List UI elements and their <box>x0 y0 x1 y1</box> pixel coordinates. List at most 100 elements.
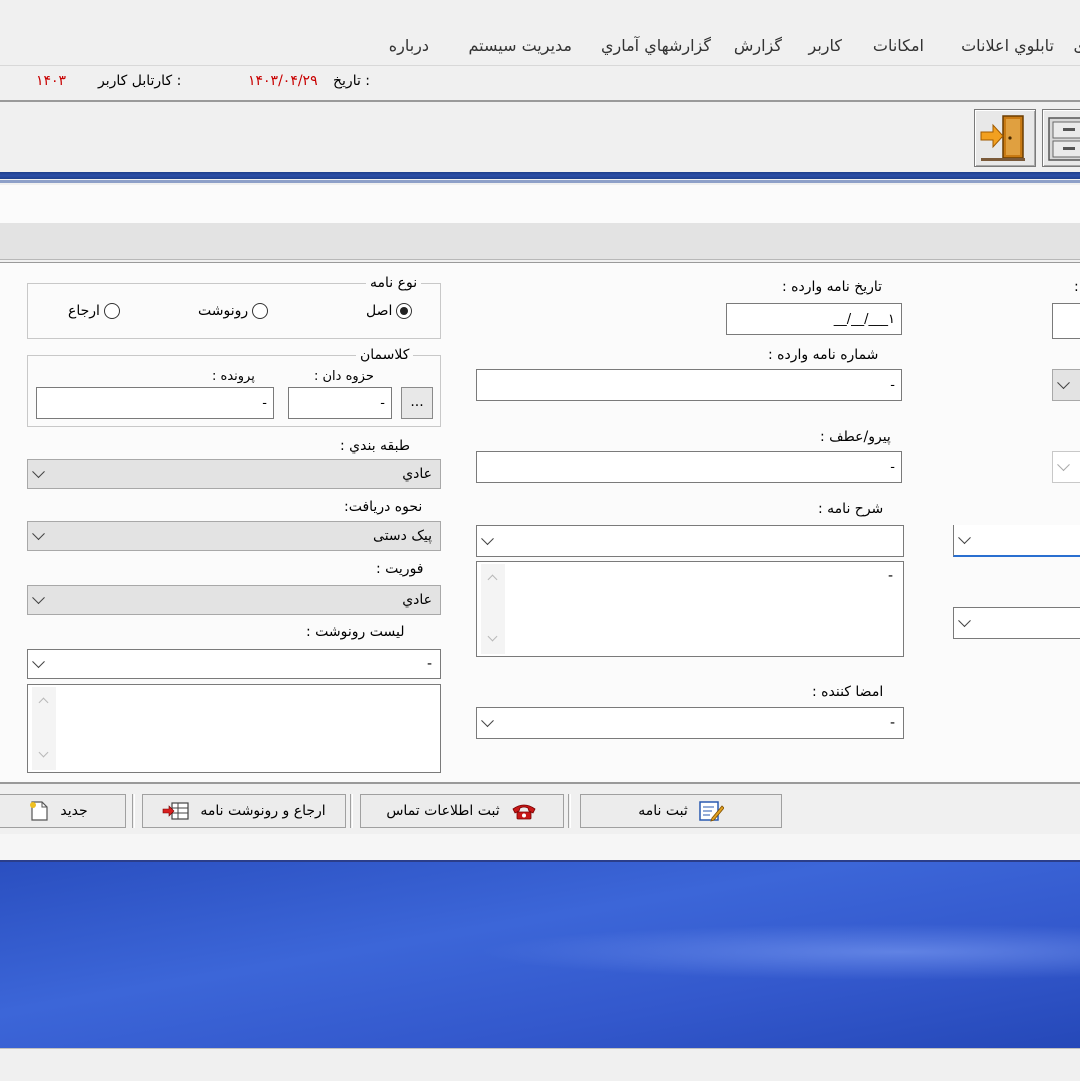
classifier-title: كلاسمان <box>356 347 414 363</box>
binder-field[interactable]: - <box>288 387 392 419</box>
toolbar-separator <box>350 794 353 828</box>
letter-type-title: نوع نامه <box>366 275 422 291</box>
menu-item-user[interactable]: كاربر <box>809 36 843 55</box>
followup-label: پيرو/عطف : <box>820 429 891 445</box>
info-bar: تاريخ : ۱۴۰۳/۰۴/۲۹ كارتابل كاربر : ۱۴۰۳ <box>0 65 1080 102</box>
radio-copy-label: رونوشت <box>198 303 249 319</box>
cc-list-memo[interactable] <box>27 684 441 773</box>
scroll-down-icon[interactable] <box>487 631 498 642</box>
desktop-background <box>0 860 1080 1050</box>
scroll-up-icon[interactable] <box>38 697 49 708</box>
refer-cc-button[interactable]: ارجاع و رونوشت نامه <box>142 794 346 828</box>
header-divider <box>0 172 1080 179</box>
cc-list-scrollbar[interactable] <box>32 687 56 770</box>
register-contact-label: ثبت اطلاعات تماس <box>386 803 500 819</box>
urgency-select[interactable]: عادي <box>27 585 441 615</box>
telephone-icon <box>512 804 536 820</box>
browse-button[interactable]: ... <box>401 387 433 419</box>
radio-referral-circle[interactable] <box>103 303 120 319</box>
partial-select-4[interactable] <box>953 607 1080 639</box>
menu-bar: ی تابلوي اعلانات امكانات كاربر گزارش گزا… <box>0 30 1080 64</box>
letter-form: نوع نامه اصل رونوشت ارجاع كلاسمان حزوه د… <box>0 262 1080 783</box>
menu-item-bulletin-board[interactable]: تابلوي اعلانات <box>961 36 1054 55</box>
radio-original[interactable]: اصل <box>366 303 413 319</box>
urgency-value: عادي <box>402 592 432 608</box>
register-contact-button[interactable]: ثبت اطلاعات تماس <box>360 794 564 828</box>
partial-field-1[interactable] <box>1052 303 1080 339</box>
description-label: شرح نامه : <box>818 501 884 517</box>
signer-value: - <box>889 715 895 731</box>
incoming-number-field[interactable]: - <box>476 369 902 401</box>
radio-copy-circle[interactable] <box>252 303 269 319</box>
description-select[interactable] <box>476 525 904 557</box>
signer-select[interactable]: - <box>476 707 904 739</box>
action-bar: ثبت نامه ثبت اطلاعات تماس ارجاع و رونوشت… <box>0 782 1080 836</box>
file-field[interactable]: - <box>36 387 274 419</box>
receive-method-label: نحوه دريافت: <box>344 499 423 515</box>
description-memo-value: - <box>887 568 893 584</box>
scroll-down-icon[interactable] <box>38 747 49 758</box>
radio-copy[interactable]: رونوشت <box>198 303 269 319</box>
archive-button[interactable] <box>1042 109 1080 167</box>
cartable-label: كارتابل كاربر : <box>98 73 182 89</box>
chevron-down-icon <box>1057 458 1070 472</box>
header-divider-shadow <box>0 180 1080 183</box>
status-bar <box>0 1048 1080 1081</box>
exit-door-icon <box>980 115 1025 161</box>
toolbar <box>0 103 1080 169</box>
menu-item-system-management[interactable]: مديريت سيستم <box>469 36 572 55</box>
section-header <box>0 223 1080 260</box>
chevron-down-icon <box>958 531 971 545</box>
receive-method-value: پيک دستی <box>373 528 432 544</box>
menu-item-features[interactable]: امكانات <box>873 36 924 55</box>
menu-item-report[interactable]: گزارش <box>734 36 782 55</box>
partial-select-1[interactable] <box>1052 369 1080 401</box>
date-label: تاريخ : <box>333 73 371 89</box>
cc-list-value: - <box>426 656 432 672</box>
incoming-date-field[interactable]: ۱___/__/__ <box>726 303 902 335</box>
refer-cc-label: ارجاع و رونوشت نامه <box>200 803 326 819</box>
scroll-up-icon[interactable] <box>487 574 498 585</box>
title-band <box>0 185 1080 223</box>
chevron-down-icon <box>958 614 971 628</box>
radio-original-circle[interactable] <box>396 303 413 319</box>
register-letter-button[interactable]: ثبت نامه <box>580 794 782 828</box>
radio-original-label: اصل <box>366 303 393 319</box>
new-document-icon <box>30 801 48 821</box>
partial-select-3[interactable] <box>953 525 1080 557</box>
new-label: جديد <box>60 803 88 819</box>
chevron-down-icon <box>481 532 494 546</box>
binder-label: حزوه دان : <box>314 369 374 384</box>
table-arrow-icon <box>163 802 189 820</box>
menu-item-about[interactable]: درباره <box>389 36 429 55</box>
register-letter-label: ثبت نامه <box>638 803 688 819</box>
menu-item-partial[interactable]: ی <box>1073 36 1080 55</box>
description-scrollbar[interactable] <box>481 564 505 654</box>
exit-button[interactable] <box>974 109 1036 167</box>
description-memo[interactable]: - <box>476 561 904 657</box>
partial-label: : <box>1074 279 1079 295</box>
toolbar-separator <box>568 794 571 828</box>
classification-select[interactable]: عادي <box>27 459 441 489</box>
incoming-date-label: تاريخ نامه وارده : <box>782 279 883 295</box>
cartable-value: ۱۴۰۳ <box>36 73 67 89</box>
spacer-band <box>0 834 1080 860</box>
radio-referral-label: ارجاع <box>68 303 100 319</box>
receive-method-select[interactable]: پيک دستی <box>27 521 441 551</box>
radio-referral[interactable]: ارجاع <box>68 303 120 319</box>
file-cabinet-icon <box>1048 117 1080 161</box>
classification-value: عادي <box>402 466 432 482</box>
cc-list-select[interactable]: - <box>27 649 441 679</box>
new-button[interactable]: جديد <box>0 794 126 828</box>
edit-document-icon <box>699 801 724 822</box>
toolbar-separator <box>132 794 135 828</box>
followup-field[interactable]: - <box>476 451 902 483</box>
urgency-label: فوريت : <box>376 561 424 577</box>
menu-item-statistical-reports[interactable]: گزارشهاي آماري <box>601 36 711 55</box>
incoming-number-label: شماره نامه وارده : <box>768 347 879 363</box>
classification-label: طبقه بندي : <box>340 438 410 454</box>
signer-label: امضا كننده : <box>812 684 884 700</box>
partial-select-2[interactable] <box>1052 451 1080 483</box>
file-label: پرونده : <box>212 369 255 384</box>
chevron-down-icon <box>1057 376 1070 390</box>
